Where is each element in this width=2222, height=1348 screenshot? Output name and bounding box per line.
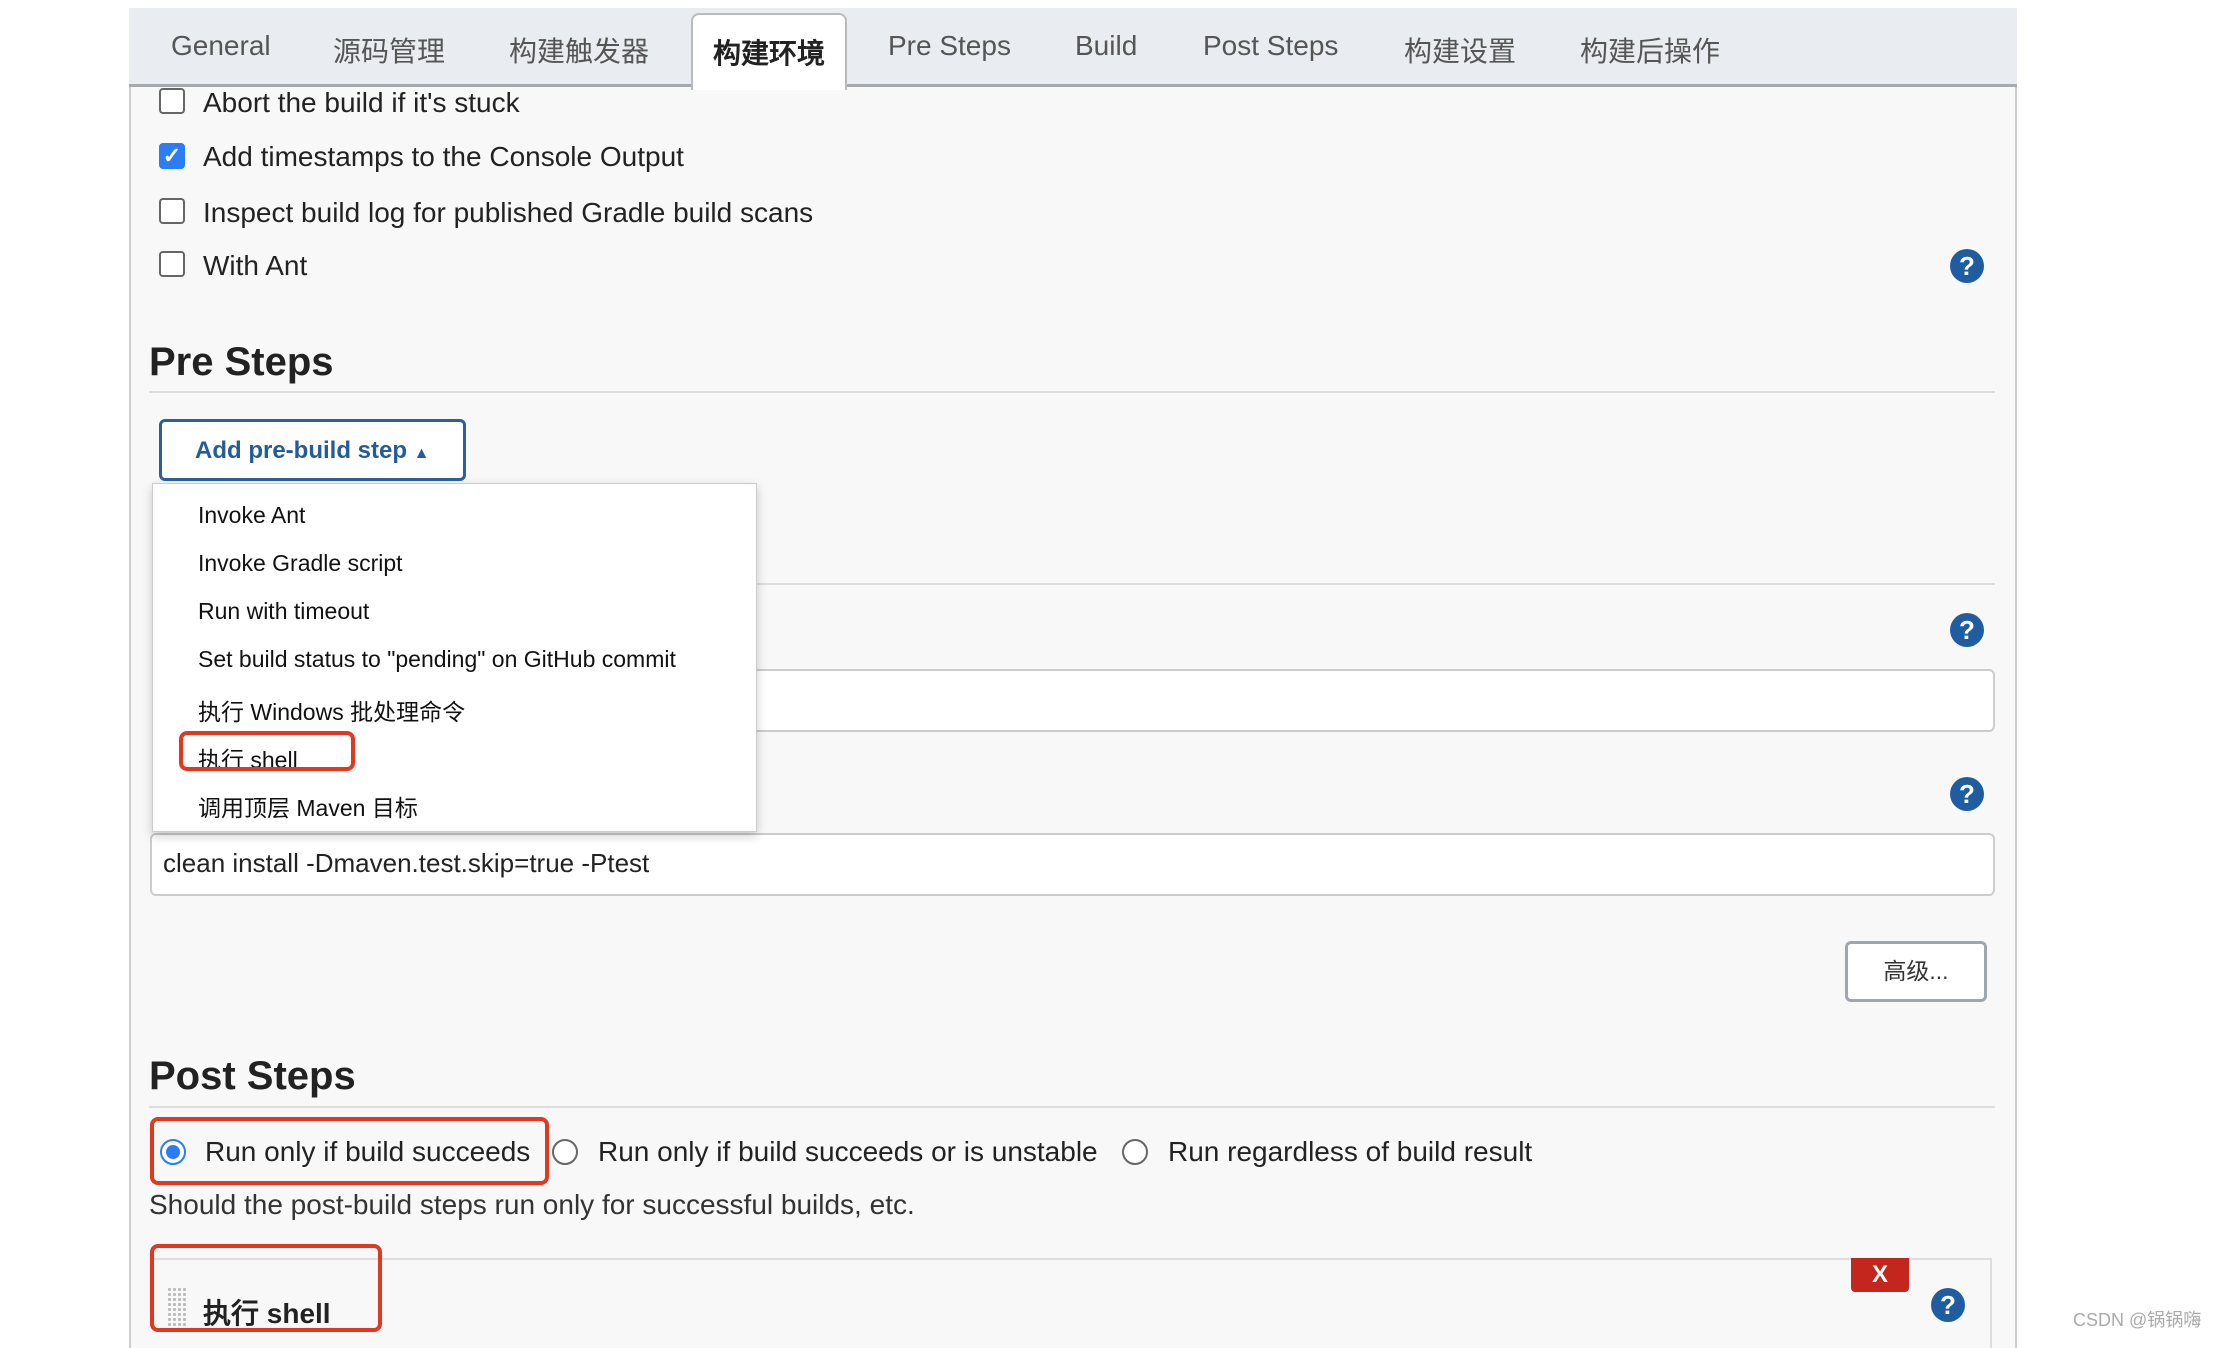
help-icon[interactable]: ? xyxy=(1950,249,1984,283)
help-icon[interactable]: ? xyxy=(1950,777,1984,811)
abort-label: Abort the build if it's stuck xyxy=(203,87,520,118)
timestamps-checkbox[interactable]: ✓ xyxy=(159,143,185,169)
gradle-scan-label: Inspect build log for published Gradle b… xyxy=(203,197,814,228)
caret-up-icon: ▲ xyxy=(413,445,430,462)
tab-bar: General 源码管理 构建触发器 构建环境 Pre Steps Build … xyxy=(129,8,2017,90)
menu-item-invoke-gradle[interactable]: Invoke Gradle script xyxy=(198,550,403,577)
pre-steps-heading: Pre Steps xyxy=(149,340,334,384)
with-ant-label: With Ant xyxy=(203,250,308,281)
help-icon[interactable]: ? xyxy=(1931,1288,1965,1322)
tab-triggers[interactable]: 构建触发器 xyxy=(509,30,649,70)
help-icon[interactable]: ? xyxy=(1950,613,1984,647)
goals-input[interactable]: clean install -Dmaven.test.skip=true -Pt… xyxy=(150,833,1995,896)
menu-item-windows-batch[interactable]: 执行 Windows 批处理命令 xyxy=(198,693,465,727)
divider xyxy=(757,583,1995,585)
radio-unstable-label: Run only if build succeeds or is unstabl… xyxy=(598,1136,1098,1167)
radio-regardless-label: Run regardless of build result xyxy=(1168,1136,1533,1167)
tab-post-build[interactable]: 构建后操作 xyxy=(1580,30,1720,70)
advanced-button[interactable]: 高级... xyxy=(1845,941,1987,1002)
shell-step-panel xyxy=(150,1258,1992,1348)
tab-post-steps[interactable]: Post Steps xyxy=(1203,30,1338,62)
menu-item-github-pending[interactable]: Set build status to "pending" on GitHub … xyxy=(198,646,676,673)
post-steps-description: Should the post-build steps run only for… xyxy=(149,1189,915,1220)
timestamps-label: Add timestamps to the Console Output xyxy=(203,141,684,172)
radio-regardless[interactable] xyxy=(1122,1139,1148,1165)
tab-build-settings[interactable]: 构建设置 xyxy=(1404,30,1516,70)
tab-pre-steps[interactable]: Pre Steps xyxy=(888,30,1011,62)
radio-unstable[interactable] xyxy=(552,1139,578,1165)
add-pre-build-step-button[interactable]: Add pre-build step ▲ xyxy=(159,419,466,481)
post-steps-heading: Post Steps xyxy=(149,1054,356,1098)
gradle-scan-checkbox[interactable] xyxy=(159,198,185,224)
menu-item-maven-goals[interactable]: 调用顶层 Maven 目标 xyxy=(198,789,418,823)
divider xyxy=(149,391,1995,393)
add-pre-build-step-label: Add pre-build step xyxy=(195,437,407,464)
menu-item-run-with-timeout[interactable]: Run with timeout xyxy=(198,598,369,625)
with-ant-checkbox[interactable] xyxy=(159,251,185,277)
tab-build[interactable]: Build xyxy=(1075,30,1137,62)
highlight-box xyxy=(179,731,355,771)
text-input[interactable] xyxy=(700,669,1995,732)
divider xyxy=(149,1106,1995,1108)
tab-scm[interactable]: 源码管理 xyxy=(333,30,445,70)
menu-item-invoke-ant[interactable]: Invoke Ant xyxy=(198,502,305,529)
delete-step-button[interactable]: X xyxy=(1851,1258,1909,1292)
pre-build-step-menu: Invoke Ant Invoke Gradle script Run with… xyxy=(152,483,757,832)
watermark: CSDN @锅锅嗨 xyxy=(2073,1310,2202,1330)
highlight-box xyxy=(150,1117,549,1185)
highlight-box xyxy=(150,1244,382,1332)
abort-checkbox[interactable] xyxy=(159,88,185,114)
tab-build-env[interactable]: 构建环境 xyxy=(691,13,848,90)
tab-general[interactable]: General xyxy=(171,30,271,62)
